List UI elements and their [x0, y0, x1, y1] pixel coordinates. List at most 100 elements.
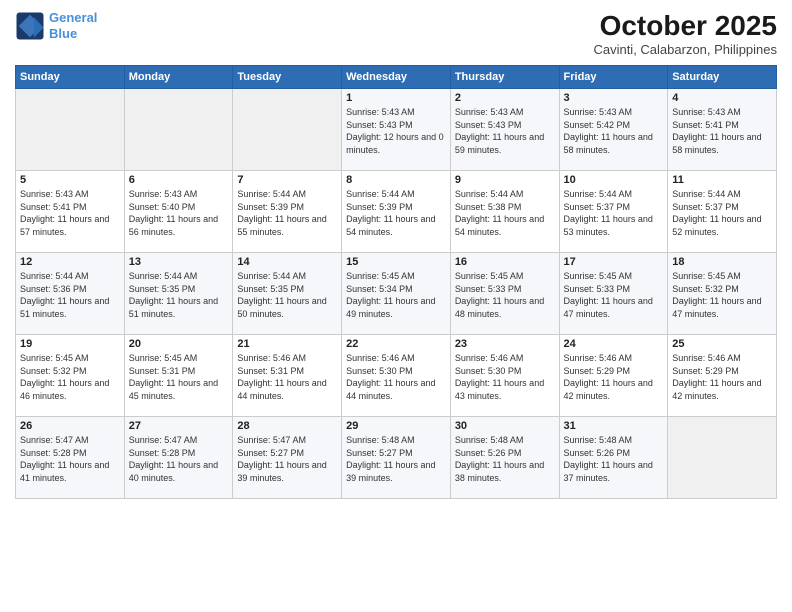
day-number: 25 [672, 338, 772, 350]
month-title: October 2025 [593, 10, 777, 42]
calendar-cell: 11Sunrise: 5:44 AMSunset: 5:37 PMDayligh… [668, 171, 777, 253]
calendar-cell: 2 Sunrise: 5:43 AMSunset: 5:43 PMDaylight… [450, 89, 559, 171]
day-number: 9 [455, 174, 555, 186]
day-number: 13 [129, 256, 229, 268]
cell-info: Sunrise: 5:43 AMSunset: 5:43 PMDaylight:… [346, 106, 446, 156]
calendar-cell: 5 Sunrise: 5:43 AMSunset: 5:41 PMDaylight… [16, 171, 125, 253]
day-number: 30 [455, 420, 555, 432]
cell-info: Sunrise: 5:44 AMSunset: 5:38 PMDaylight:… [455, 188, 555, 238]
calendar-cell: 10 Sunrise: 5:44 AMSunset: 5:37 PMDayligh… [559, 171, 668, 253]
day-number: 14 [237, 256, 337, 268]
day-number: 31 [564, 420, 664, 432]
day-number: 29 [346, 420, 446, 432]
title-block: October 2025 Cavinti, Calabarzon, Philip… [593, 10, 777, 57]
cell-info: Sunrise: 5:44 AMSunset: 5:37 PMDaylight:… [564, 188, 664, 238]
cell-info: Sunrise: 5:45 AMSunset: 5:33 PMDaylight:… [564, 270, 664, 320]
calendar-week-0: 1Sunrise: 5:43 AMSunset: 5:43 PMDaylight… [16, 89, 777, 171]
cell-info: Sunrise: 5:45 AMSunset: 5:32 PMDaylight:… [20, 352, 120, 402]
day-number: 20 [129, 338, 229, 350]
calendar-cell: 29 Sunrise: 5:48 AMSunset: 5:27 PMDayligh… [342, 417, 451, 499]
calendar-body: 1Sunrise: 5:43 AMSunset: 5:43 PMDaylight… [16, 89, 777, 499]
calendar-cell [124, 89, 233, 171]
calendar-cell: 4Sunrise: 5:43 AMSunset: 5:41 PMDaylight… [668, 89, 777, 171]
calendar-cell: 26 Sunrise: 5:47 AMSunset: 5:28 PMDayligh… [16, 417, 125, 499]
day-number: 17 [564, 256, 664, 268]
day-number: 27 [129, 420, 229, 432]
calendar-cell: 23 Sunrise: 5:46 AMSunset: 5:30 PMDayligh… [450, 335, 559, 417]
calendar-cell: 24 Sunrise: 5:46 AMSunset: 5:29 PMDayligh… [559, 335, 668, 417]
cell-info: Sunrise: 5:43 AMSunset: 5:41 PMDaylight:… [20, 188, 120, 238]
cell-info: Sunrise: 5:48 AMSunset: 5:26 PMDaylight:… [564, 434, 664, 484]
logo: General Blue [15, 10, 97, 41]
calendar-table: Sunday Monday Tuesday Wednesday Thursday… [15, 65, 777, 499]
header: General Blue October 2025 Cavinti, Calab… [15, 10, 777, 57]
day-number: 3 [564, 92, 664, 104]
calendar-cell [16, 89, 125, 171]
calendar-cell: 30 Sunrise: 5:48 AMSunset: 5:26 PMDayligh… [450, 417, 559, 499]
day-number: 22 [346, 338, 446, 350]
day-number: 16 [455, 256, 555, 268]
calendar-cell: 25 Sunrise: 5:46 AMSunset: 5:29 PMDayligh… [668, 335, 777, 417]
header-row: Sunday Monday Tuesday Wednesday Thursday… [16, 66, 777, 89]
cell-info: Sunrise: 5:45 AMSunset: 5:31 PMDaylight:… [129, 352, 229, 402]
cell-info: Sunrise: 5:44 AMSunset: 5:35 PMDaylight:… [129, 270, 229, 320]
cell-info: Sunrise: 5:45 AMSunset: 5:33 PMDaylight:… [455, 270, 555, 320]
calendar-week-3: 19 Sunrise: 5:45 AMSunset: 5:32 PMDayligh… [16, 335, 777, 417]
calendar-cell: 8Sunrise: 5:44 AMSunset: 5:39 PMDaylight… [342, 171, 451, 253]
calendar-cell [668, 417, 777, 499]
cell-info: Sunrise: 5:46 AMSunset: 5:30 PMDaylight:… [455, 352, 555, 402]
calendar-container: General Blue October 2025 Cavinti, Calab… [0, 0, 792, 612]
logo-text: General Blue [49, 10, 97, 41]
calendar-cell: 7Sunrise: 5:44 AMSunset: 5:39 PMDaylight… [233, 171, 342, 253]
cell-info: Sunrise: 5:44 AMSunset: 5:35 PMDaylight:… [237, 270, 337, 320]
calendar-header: Sunday Monday Tuesday Wednesday Thursday… [16, 66, 777, 89]
cell-info: Sunrise: 5:46 AMSunset: 5:29 PMDaylight:… [564, 352, 664, 402]
calendar-cell: 21 Sunrise: 5:46 AMSunset: 5:31 PMDayligh… [233, 335, 342, 417]
calendar-cell: 19 Sunrise: 5:45 AMSunset: 5:32 PMDayligh… [16, 335, 125, 417]
day-number: 18 [672, 256, 772, 268]
day-number: 26 [20, 420, 120, 432]
day-number: 10 [564, 174, 664, 186]
calendar-cell: 22 Sunrise: 5:46 AMSunset: 5:30 PMDayligh… [342, 335, 451, 417]
calendar-cell [233, 89, 342, 171]
header-monday: Monday [124, 66, 233, 89]
day-number: 15 [346, 256, 446, 268]
header-thursday: Thursday [450, 66, 559, 89]
day-number: 5 [20, 174, 120, 186]
calendar-cell: 20 Sunrise: 5:45 AMSunset: 5:31 PMDayligh… [124, 335, 233, 417]
calendar-cell: 17 Sunrise: 5:45 AMSunset: 5:33 PMDayligh… [559, 253, 668, 335]
day-number: 24 [564, 338, 664, 350]
cell-info: Sunrise: 5:45 AMSunset: 5:32 PMDaylight:… [672, 270, 772, 320]
cell-info: Sunrise: 5:43 AMSunset: 5:40 PMDaylight:… [129, 188, 229, 238]
cell-info: Sunrise: 5:47 AMSunset: 5:28 PMDaylight:… [20, 434, 120, 484]
cell-info: Sunrise: 5:48 AMSunset: 5:26 PMDaylight:… [455, 434, 555, 484]
day-number: 21 [237, 338, 337, 350]
calendar-cell: 12 Sunrise: 5:44 AMSunset: 5:36 PMDayligh… [16, 253, 125, 335]
calendar-cell: 6Sunrise: 5:43 AMSunset: 5:40 PMDaylight… [124, 171, 233, 253]
calendar-cell: 28 Sunrise: 5:47 AMSunset: 5:27 PMDayligh… [233, 417, 342, 499]
cell-info: Sunrise: 5:43 AMSunset: 5:43 PMDaylight:… [455, 106, 555, 156]
cell-info: Sunrise: 5:46 AMSunset: 5:31 PMDaylight:… [237, 352, 337, 402]
cell-info: Sunrise: 5:46 AMSunset: 5:30 PMDaylight:… [346, 352, 446, 402]
day-number: 23 [455, 338, 555, 350]
cell-info: Sunrise: 5:44 AMSunset: 5:36 PMDaylight:… [20, 270, 120, 320]
calendar-cell: 1Sunrise: 5:43 AMSunset: 5:43 PMDaylight… [342, 89, 451, 171]
cell-info: Sunrise: 5:47 AMSunset: 5:27 PMDaylight:… [237, 434, 337, 484]
day-number: 28 [237, 420, 337, 432]
header-saturday: Saturday [668, 66, 777, 89]
day-number: 12 [20, 256, 120, 268]
calendar-cell: 15 Sunrise: 5:45 AMSunset: 5:34 PMDayligh… [342, 253, 451, 335]
calendar-cell: 13 Sunrise: 5:44 AMSunset: 5:35 PMDayligh… [124, 253, 233, 335]
cell-info: Sunrise: 5:45 AMSunset: 5:34 PMDaylight:… [346, 270, 446, 320]
cell-info: Sunrise: 5:46 AMSunset: 5:29 PMDaylight:… [672, 352, 772, 402]
day-number: 19 [20, 338, 120, 350]
day-number: 11 [672, 174, 772, 186]
day-number: 2 [455, 92, 555, 104]
calendar-cell: 31 Sunrise: 5:48 AMSunset: 5:26 PMDayligh… [559, 417, 668, 499]
calendar-cell: 27Sunrise: 5:47 AMSunset: 5:28 PMDayligh… [124, 417, 233, 499]
cell-info: Sunrise: 5:48 AMSunset: 5:27 PMDaylight:… [346, 434, 446, 484]
day-number: 4 [672, 92, 772, 104]
calendar-cell: 16 Sunrise: 5:45 AMSunset: 5:33 PMDayligh… [450, 253, 559, 335]
day-number: 7 [237, 174, 337, 186]
calendar-cell: 9 Sunrise: 5:44 AMSunset: 5:38 PMDaylight… [450, 171, 559, 253]
